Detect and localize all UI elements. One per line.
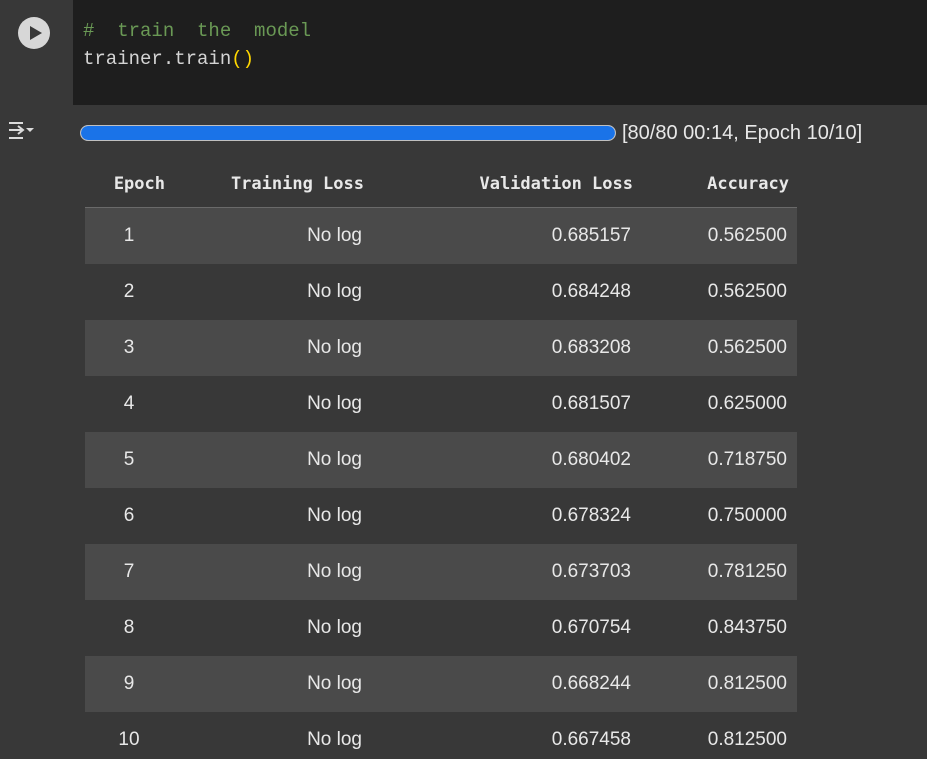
table-row: 2 No log 0.684248 0.562500 bbox=[85, 264, 797, 320]
progress-bar bbox=[80, 125, 616, 141]
cell-accuracy: 0.718750 bbox=[707, 449, 787, 470]
table-row: 7 No log 0.673703 0.781250 bbox=[85, 544, 797, 600]
cell-epoch: 3 bbox=[123, 337, 135, 358]
cell-training-loss: No log bbox=[307, 393, 362, 414]
cell-validation-loss: 0.681507 bbox=[551, 393, 631, 414]
cell-accuracy: 0.781250 bbox=[707, 561, 787, 582]
notebook-cell: # train the model trainer.train() [80/80… bbox=[0, 0, 927, 759]
cell-training-loss: No log bbox=[307, 673, 362, 694]
cell-accuracy: 0.750000 bbox=[707, 505, 787, 526]
progress-row: [80/80 00:14, Epoch 10/10] bbox=[80, 121, 862, 145]
table-row: 10 No log 0.667458 0.812500 bbox=[85, 712, 797, 759]
comment-hash: # bbox=[83, 20, 95, 42]
cell-accuracy: 0.625000 bbox=[707, 393, 787, 414]
cell-accuracy: 0.562500 bbox=[707, 281, 787, 302]
header-training-loss: Training Loss bbox=[173, 160, 372, 208]
cell-training-loss: No log bbox=[307, 617, 362, 638]
play-icon bbox=[30, 26, 42, 40]
cell-epoch: 7 bbox=[123, 561, 135, 582]
cell-accuracy: 0.562500 bbox=[707, 225, 787, 246]
cell-accuracy: 0.562500 bbox=[707, 337, 787, 358]
code-area: # train the model trainer.train() bbox=[0, 0, 927, 105]
progress-bar-fill bbox=[81, 126, 615, 140]
run-gutter bbox=[0, 0, 73, 105]
cell-epoch: 10 bbox=[118, 729, 140, 750]
header-validation-loss: Validation Loss bbox=[372, 160, 641, 208]
code-line-comment: # train the model bbox=[73, 17, 927, 45]
cell-validation-loss: 0.680402 bbox=[551, 449, 631, 470]
cell-accuracy: 0.843750 bbox=[707, 617, 787, 638]
header-epoch: Epoch bbox=[85, 160, 173, 208]
cell-training-loss: No log bbox=[307, 449, 362, 470]
cell-epoch: 9 bbox=[123, 673, 135, 694]
cell-validation-loss: 0.668244 bbox=[551, 673, 631, 694]
output-area: [80/80 00:14, Epoch 10/10] Epoch Trainin… bbox=[0, 105, 927, 759]
cell-training-loss: No log bbox=[307, 225, 362, 246]
table-row: 3 No log 0.683208 0.562500 bbox=[85, 320, 797, 376]
training-metrics-table: Epoch Training Loss Validation Loss Accu… bbox=[85, 160, 797, 759]
call-parens: () bbox=[231, 48, 255, 70]
table-row: 9 No log 0.668244 0.812500 bbox=[85, 656, 797, 712]
cell-validation-loss: 0.684248 bbox=[551, 281, 631, 302]
cell-epoch: 5 bbox=[123, 449, 135, 470]
code-editor[interactable]: # train the model trainer.train() bbox=[73, 0, 927, 105]
cell-training-loss: No log bbox=[307, 505, 362, 526]
table-row: 8 No log 0.670754 0.843750 bbox=[85, 600, 797, 656]
comment-text: train the model bbox=[117, 20, 312, 42]
cell-validation-loss: 0.683208 bbox=[551, 337, 631, 358]
cell-validation-loss: 0.685157 bbox=[551, 225, 631, 246]
cell-validation-loss: 0.670754 bbox=[551, 617, 631, 638]
cell-accuracy: 0.812500 bbox=[707, 729, 787, 750]
table-row: 4 No log 0.681507 0.625000 bbox=[85, 376, 797, 432]
table-row: 5 No log 0.680402 0.718750 bbox=[85, 432, 797, 488]
cell-epoch: 1 bbox=[123, 225, 135, 246]
cell-epoch: 6 bbox=[123, 505, 135, 526]
cell-training-loss: No log bbox=[307, 561, 362, 582]
cell-training-loss: No log bbox=[307, 337, 362, 358]
cell-validation-loss: 0.678324 bbox=[551, 505, 631, 526]
cell-validation-loss: 0.673703 bbox=[551, 561, 631, 582]
table-row: 1 No log 0.685157 0.562500 bbox=[85, 207, 797, 264]
cell-training-loss: No log bbox=[307, 729, 362, 750]
cell-epoch: 2 bbox=[123, 281, 135, 302]
header-accuracy: Accuracy bbox=[641, 160, 797, 208]
output-collapse-icon bbox=[9, 122, 34, 139]
table-body: 1 No log 0.685157 0.562500 2 No log 0.684248 0.… bbox=[85, 207, 797, 759]
progress-status-text: [80/80 00:14, Epoch 10/10] bbox=[622, 121, 863, 144]
output-collapse-button[interactable] bbox=[6, 119, 36, 145]
cell-accuracy: 0.812500 bbox=[707, 673, 787, 694]
call-text: trainer.train bbox=[83, 48, 232, 70]
cell-epoch: 8 bbox=[123, 617, 135, 638]
table-header-row: Epoch Training Loss Validation Loss Accu… bbox=[85, 160, 797, 208]
run-cell-button[interactable] bbox=[18, 17, 50, 49]
table-row: 6 No log 0.678324 0.750000 bbox=[85, 488, 797, 544]
cell-validation-loss: 0.667458 bbox=[551, 729, 631, 750]
cell-training-loss: No log bbox=[307, 281, 362, 302]
code-line-call: trainer.train() bbox=[73, 45, 927, 73]
cell-epoch: 4 bbox=[123, 393, 135, 414]
